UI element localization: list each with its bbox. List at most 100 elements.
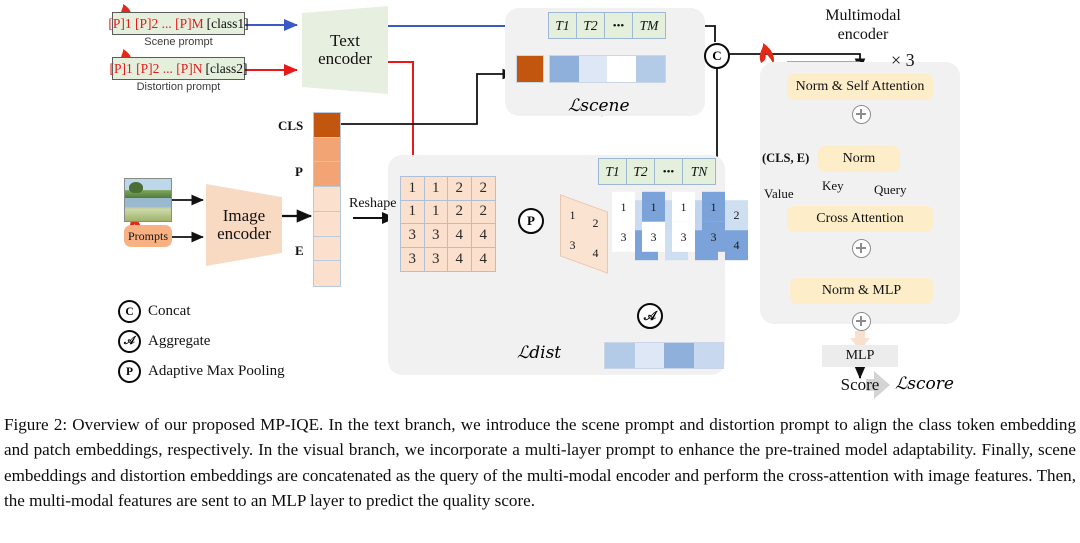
aggregate-icon: 𝒜 [118, 330, 141, 353]
scene-token-m: TM [639, 17, 659, 33]
scene-token-row: T1 T2 ••• TM [548, 12, 666, 39]
matrix-cell: 4 [471, 224, 495, 248]
matrix-cell: 1 [424, 200, 448, 224]
distortion-prompt-box[interactable]: [P]1 [P]2 ... [P]N [class2] [109, 57, 248, 80]
adaptive-max-pooling-icon: P [118, 360, 141, 383]
patch-cell: 1 [702, 191, 725, 222]
pooled-cell: 4 [592, 245, 599, 260]
patch-cell: 4 [725, 230, 748, 261]
scene-prompt-box[interactable]: [P]1 [P]2 ... [P]M [class1] [108, 12, 249, 35]
scene-token-2: T2 [577, 13, 605, 38]
matrix-cell: 4 [448, 224, 472, 248]
dist-token-n: TN [690, 163, 708, 179]
scene-token-ellipsis: ••• [605, 13, 633, 38]
mm-title-line2: encoder [837, 26, 889, 43]
distortion-heat-row [604, 342, 724, 369]
dist-token-1: T1 [599, 159, 627, 184]
adaptive-max-pooling-node[interactable]: P [518, 208, 544, 234]
norm-block[interactable]: Norm [818, 146, 900, 172]
reshaped-feature-matrix: 1 1 2 2 1 1 2 2 3 3 4 4 3 3 4 4 [400, 176, 496, 272]
text-encoder-block[interactable]: Text encoder [302, 6, 388, 94]
scene-heat-cell-3 [607, 56, 636, 82]
residual-add-3 [852, 312, 871, 331]
scene-heat-cell-4 [635, 56, 665, 82]
patch-cell: 3 [702, 221, 725, 252]
matrix-cell: 3 [401, 224, 425, 248]
feature-cell-e4 [314, 261, 340, 287]
distortion-prompt-class: [class2] [205, 60, 248, 76]
patch-cell: 1 [642, 191, 665, 222]
dist-token-2: T2 [627, 159, 655, 184]
legend-label-concat: Concat [148, 303, 191, 319]
query-label: Query [874, 182, 907, 197]
scene-token-1: T1 [549, 13, 577, 38]
legend-item-pooling: P Adaptive Max Pooling [118, 360, 358, 383]
matrix-cell: 2 [448, 177, 472, 201]
patch-cell: 1 [612, 191, 635, 222]
matrix-cell: 1 [401, 200, 425, 224]
visual-prompts-pill[interactable]: Prompts [124, 225, 172, 247]
mm-title-line1: Multimodal [825, 7, 901, 24]
patch-cell: 2 [725, 200, 748, 231]
self-attention-block[interactable]: Norm & Self Attention [787, 74, 933, 100]
patch-cell: 1 [672, 191, 695, 222]
dist-heat-cell-1 [605, 343, 635, 368]
patch-cell: 3 [612, 221, 635, 252]
matrix-cell: 3 [401, 247, 425, 271]
patch-cell: 3 [642, 221, 665, 252]
multimodal-encoder-title: Multimodal encoder [798, 6, 928, 44]
pooled-cell: 3 [569, 237, 576, 252]
matrix-cell: 1 [401, 177, 425, 201]
norm-mlp-block[interactable]: Norm & MLP [790, 278, 933, 304]
feature-cell-e1 [314, 187, 340, 212]
matrix-cell: 1 [424, 177, 448, 201]
repeat-label: × 3 [891, 50, 915, 70]
feature-cell-e2 [314, 211, 340, 237]
figure-diagram: [P]1 [P]2 ... [P]M [class1] Scene prompt… [0, 0, 1080, 410]
residual-add-1 [852, 105, 871, 124]
feature-cell-p1 [314, 137, 340, 163]
pooled-cell: 1 [569, 207, 576, 222]
score-label: Score [840, 375, 880, 394]
distortion-prompt-tokens: [P]1 [P]2 ... [P]N [109, 60, 203, 76]
scene-loss-label: ℒscene [568, 96, 630, 116]
concat-node[interactable]: C [704, 43, 730, 69]
distortion-token-row: T1 T2 ••• TN [598, 158, 716, 185]
aggregate-node[interactable]: 𝒜 [637, 303, 663, 329]
legend-item-aggregate: 𝒜 Aggregate [118, 330, 358, 353]
dist-heat-cell-2 [634, 343, 664, 368]
distortion-prompt-label: Distortion prompt [136, 81, 221, 93]
input-image-thumbnail [124, 178, 172, 222]
matrix-cell: 2 [471, 201, 495, 224]
cross-attention-block[interactable]: Cross Attention [787, 206, 933, 232]
scene-heat-row [549, 55, 666, 83]
image-encoder-block[interactable]: Image encoder [206, 184, 282, 266]
feature-cell-e3 [314, 236, 340, 262]
matrix-cell: 4 [448, 247, 472, 271]
reshape-label: Reshape [349, 196, 397, 211]
mlp-block[interactable]: MLP [822, 345, 898, 367]
matrix-cell: 4 [479, 250, 488, 267]
scene-prompt-label: Scene prompt [144, 36, 213, 48]
legend-label-aggregate: Aggregate [148, 333, 211, 349]
legend-label-pooling: Adaptive Max Pooling [148, 363, 285, 379]
pooled-cell: 2 [592, 215, 599, 230]
text-encoder-line2: encoder [318, 49, 372, 68]
matrix-cell: 3 [424, 224, 448, 248]
matrix-cell: 3 [425, 247, 448, 271]
dist-token-ellipsis: ••• [655, 159, 683, 184]
residual-add-2 [852, 239, 871, 258]
cls-embedding-swatch [516, 55, 544, 83]
matrix-cell: 2 [448, 200, 472, 224]
p-label: P [295, 164, 303, 179]
scene-prompt-tokens: [P]1 [P]2 ... [P]M [108, 15, 204, 31]
scene-prompt-class: [class1] [206, 15, 249, 31]
legend: C Concat 𝒜 Aggregate P Adaptive Max Pool… [118, 300, 358, 390]
figure-caption: Figure 2: Overview of our proposed MP-IQ… [4, 415, 1076, 510]
feature-cell-cls [314, 113, 340, 138]
dist-loss-label: ℒdist [517, 343, 562, 363]
scene-heat-cell-2 [578, 56, 607, 82]
key-label: Key [822, 178, 844, 193]
score-loss-label: ℒscore [895, 374, 954, 394]
e-label: E [295, 243, 304, 258]
